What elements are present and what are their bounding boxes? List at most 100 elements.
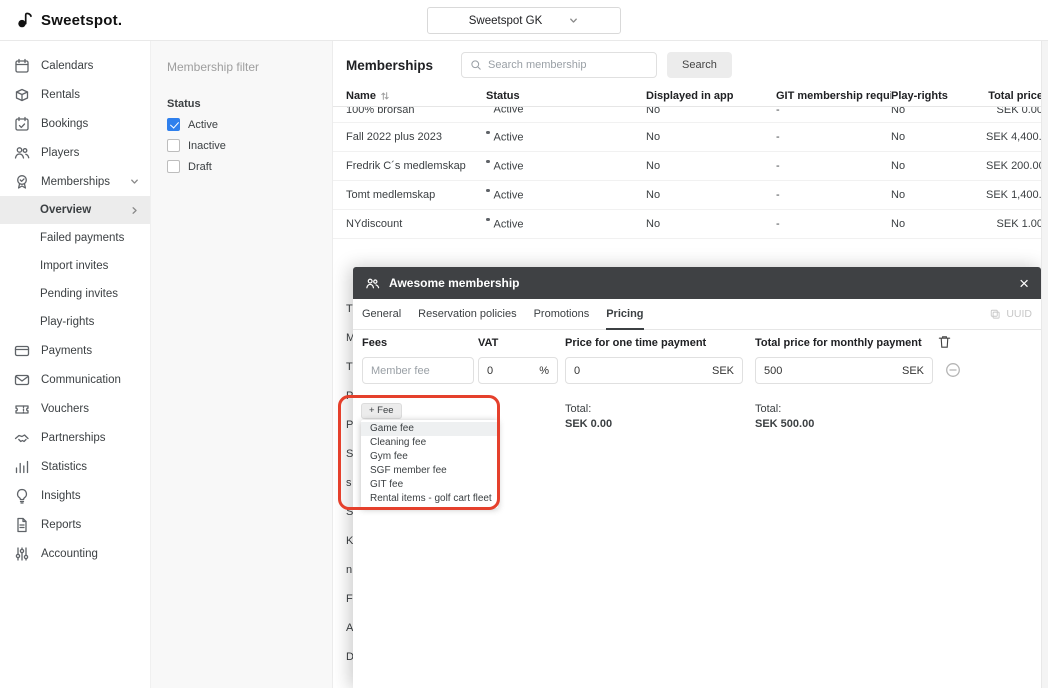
remove-fee-icon[interactable] <box>945 362 961 378</box>
ticket-icon <box>14 401 30 417</box>
column-name[interactable]: Name <box>346 90 486 102</box>
filter-panel-title: Membership filter <box>167 60 316 74</box>
sidebar-item-rentals[interactable]: Rentals <box>0 80 150 109</box>
sidebar-item-play-rights[interactable]: Play-rights <box>0 308 150 336</box>
close-icon[interactable]: × <box>1019 275 1029 292</box>
sidebar-item-failed-payments[interactable]: Failed payments <box>0 224 150 252</box>
calendar-check-icon <box>14 116 30 132</box>
table-row[interactable]: 100% brorsan Active No - No SEK 0.00 <box>333 107 1048 123</box>
monthly-price-column-header: Total price for monthly payment <box>755 337 922 349</box>
one-time-price-input[interactable] <box>574 365 708 377</box>
main-header: Memberships Search <box>333 41 1048 86</box>
tab-general[interactable]: General <box>362 299 401 329</box>
table-row-fragment: s <box>346 477 352 489</box>
one-time-price-field: SEK <box>565 357 743 384</box>
column-displayed-in-app: Displayed in app <box>646 90 776 102</box>
chevron-right-icon <box>129 205 140 216</box>
table-row-fragment: T <box>346 361 353 373</box>
checkbox-active[interactable] <box>167 118 180 131</box>
fee-option-gym-fee[interactable]: Gym fee <box>361 450 498 464</box>
bar-chart-icon <box>14 459 30 475</box>
monthly-total: Total: SEK 500.00 <box>755 403 814 430</box>
status-cell: Active <box>486 218 646 231</box>
club-selector[interactable]: Sweetspot GK <box>427 7 621 34</box>
fee-name-input[interactable] <box>371 365 465 377</box>
scrollbar[interactable] <box>1041 41 1048 688</box>
monthly-total-value: SEK 500.00 <box>755 418 814 430</box>
search-button[interactable]: Search <box>667 52 732 78</box>
checkbox-draft[interactable] <box>167 160 180 173</box>
search-input[interactable] <box>488 59 648 71</box>
sidebar-item-pending-invites[interactable]: Pending invites <box>0 280 150 308</box>
sidebar-item-insights[interactable]: Insights <box>0 481 150 510</box>
fee-option-sgf-member-fee[interactable]: SGF member fee <box>361 464 498 478</box>
chevron-down-icon <box>568 15 579 26</box>
status-cell: Active <box>486 131 646 144</box>
status-option-draft[interactable]: Draft <box>167 160 316 173</box>
handshake-icon <box>14 430 30 446</box>
credit-card-icon <box>14 343 30 359</box>
sidebar-item-overview[interactable]: Overview <box>0 196 150 224</box>
sidebar-item-communication[interactable]: Communication <box>0 365 150 394</box>
sidebar-item-players[interactable]: Players <box>0 138 150 167</box>
sidebar-item-vouchers[interactable]: Vouchers <box>0 394 150 423</box>
sidebar-item-calendars[interactable]: Calendars <box>0 51 150 80</box>
lightbulb-icon <box>14 488 30 504</box>
uuid-button[interactable]: UUID <box>989 308 1032 320</box>
sidebar-item-memberships[interactable]: Memberships <box>0 167 150 196</box>
column-status: Status <box>486 90 646 102</box>
brand-title: Sweetspot. <box>41 12 122 29</box>
status-option-active[interactable]: Active <box>167 118 316 131</box>
table-row[interactable]: Fall 2022 plus 2023 Active No - No SEK 4… <box>333 123 1048 152</box>
column-play-rights: Play-rights <box>891 90 986 102</box>
sort-icon[interactable] <box>380 91 390 101</box>
copy-icon <box>989 308 1001 320</box>
status-filter-label: Status <box>167 98 316 110</box>
trash-icon[interactable] <box>937 334 952 349</box>
sek-suffix: SEK <box>902 365 924 377</box>
modal-tabs: General Reservation policies Promotions … <box>353 299 1041 330</box>
users-icon <box>14 145 30 161</box>
column-total-price: Total price <box>986 90 1048 102</box>
add-fee-button[interactable]: + Fee <box>361 403 402 419</box>
table-row[interactable]: Tomt medlemskap Active No - No SEK 1,400… <box>333 181 1048 210</box>
tab-reservation-policies[interactable]: Reservation policies <box>418 299 516 329</box>
sidebar-item-partnerships[interactable]: Partnerships <box>0 423 150 452</box>
table-row-fragment: T <box>346 303 353 315</box>
mail-icon <box>14 372 30 388</box>
monthly-price-field: SEK <box>755 357 933 384</box>
sidebar-item-payments[interactable]: Payments <box>0 336 150 365</box>
fee-option-cleaning-fee[interactable]: Cleaning fee <box>361 436 498 450</box>
monthly-price-input[interactable] <box>764 365 898 377</box>
one-time-total: Total: SEK 0.00 <box>565 403 612 430</box>
one-time-total-label: Total: <box>565 403 612 415</box>
table-row[interactable]: NYdiscount Active No - No SEK 1.00 <box>333 210 1048 239</box>
sweetspot-logo-icon <box>16 11 34 29</box>
vat-input[interactable] <box>487 365 535 377</box>
table-row[interactable]: Fredrik C´s medlemskap Active No - No SE… <box>333 152 1048 181</box>
sidebar-item-bookings[interactable]: Bookings <box>0 109 150 138</box>
checkbox-inactive[interactable] <box>167 139 180 152</box>
one-time-total-value: SEK 0.00 <box>565 418 612 430</box>
table-row-clipped: 100% brorsan Active No - No SEK 0.00 <box>333 107 1048 123</box>
monthly-total-label: Total: <box>755 403 814 415</box>
status-option-inactive[interactable]: Inactive <box>167 139 316 152</box>
sidebar-item-statistics[interactable]: Statistics <box>0 452 150 481</box>
table-header: Name Status Displayed in app GIT members… <box>333 86 1048 107</box>
status-cell: Active <box>486 189 646 202</box>
sidebar-item-reports[interactable]: Reports <box>0 510 150 539</box>
topbar: Sweetspot. Sweetspot GK <box>0 0 1048 41</box>
modal-header: Awesome membership × <box>353 267 1041 299</box>
membership-filter-panel: Membership filter Status Active Inactive… <box>150 41 333 688</box>
status-dot-icon <box>486 160 490 164</box>
sidebar-item-import-invites[interactable]: Import invites <box>0 252 150 280</box>
fee-option-git-fee[interactable]: GIT fee <box>361 478 498 492</box>
sidebar-item-accounting[interactable]: Accounting <box>0 539 150 568</box>
fee-option-game-fee[interactable]: Game fee <box>361 422 498 436</box>
tab-promotions[interactable]: Promotions <box>534 299 590 329</box>
status-dot-icon <box>486 131 490 135</box>
sek-suffix: SEK <box>712 365 734 377</box>
fee-option-rental-items[interactable]: Rental items - golf cart fleet <box>361 492 498 506</box>
chevron-down-icon <box>129 176 140 187</box>
tab-pricing[interactable]: Pricing <box>606 299 643 329</box>
